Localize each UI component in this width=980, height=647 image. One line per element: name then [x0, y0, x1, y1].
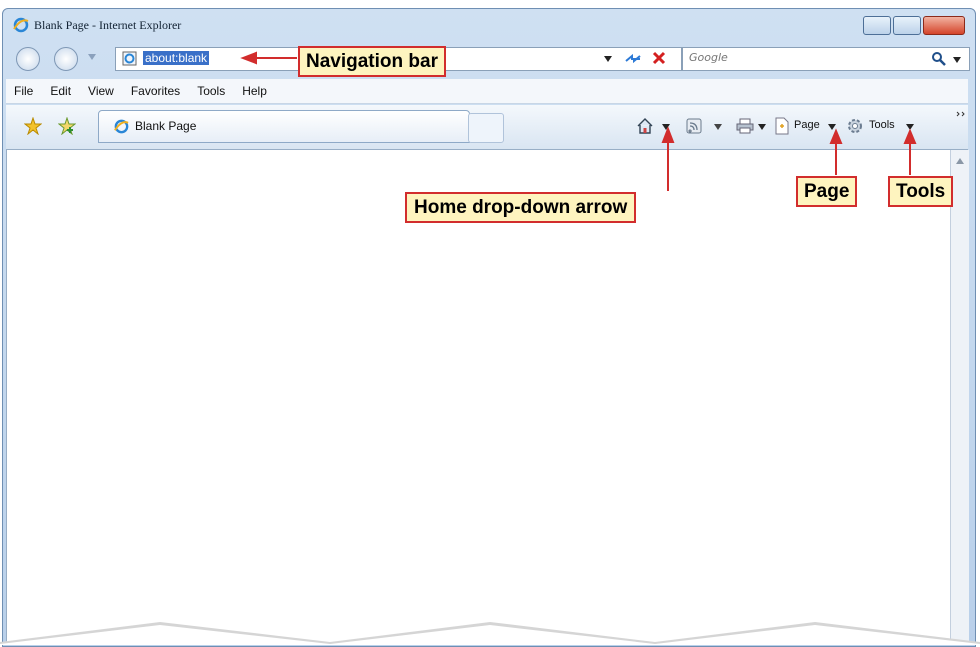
home-dropdown-callout: Home drop-down arrow: [405, 192, 637, 223]
nav-callout-arrowhead: [240, 51, 257, 65]
tools-callout: Tools: [888, 176, 954, 207]
home-callout-arrowhead: [661, 126, 675, 143]
navigation-bar-callout: Navigation bar: [298, 46, 446, 77]
callout-arrows: [240, 51, 917, 191]
tools-callout-arrowhead: [903, 128, 917, 144]
page-callout: Page: [796, 176, 858, 207]
page-callout-arrowhead: [829, 128, 843, 144]
